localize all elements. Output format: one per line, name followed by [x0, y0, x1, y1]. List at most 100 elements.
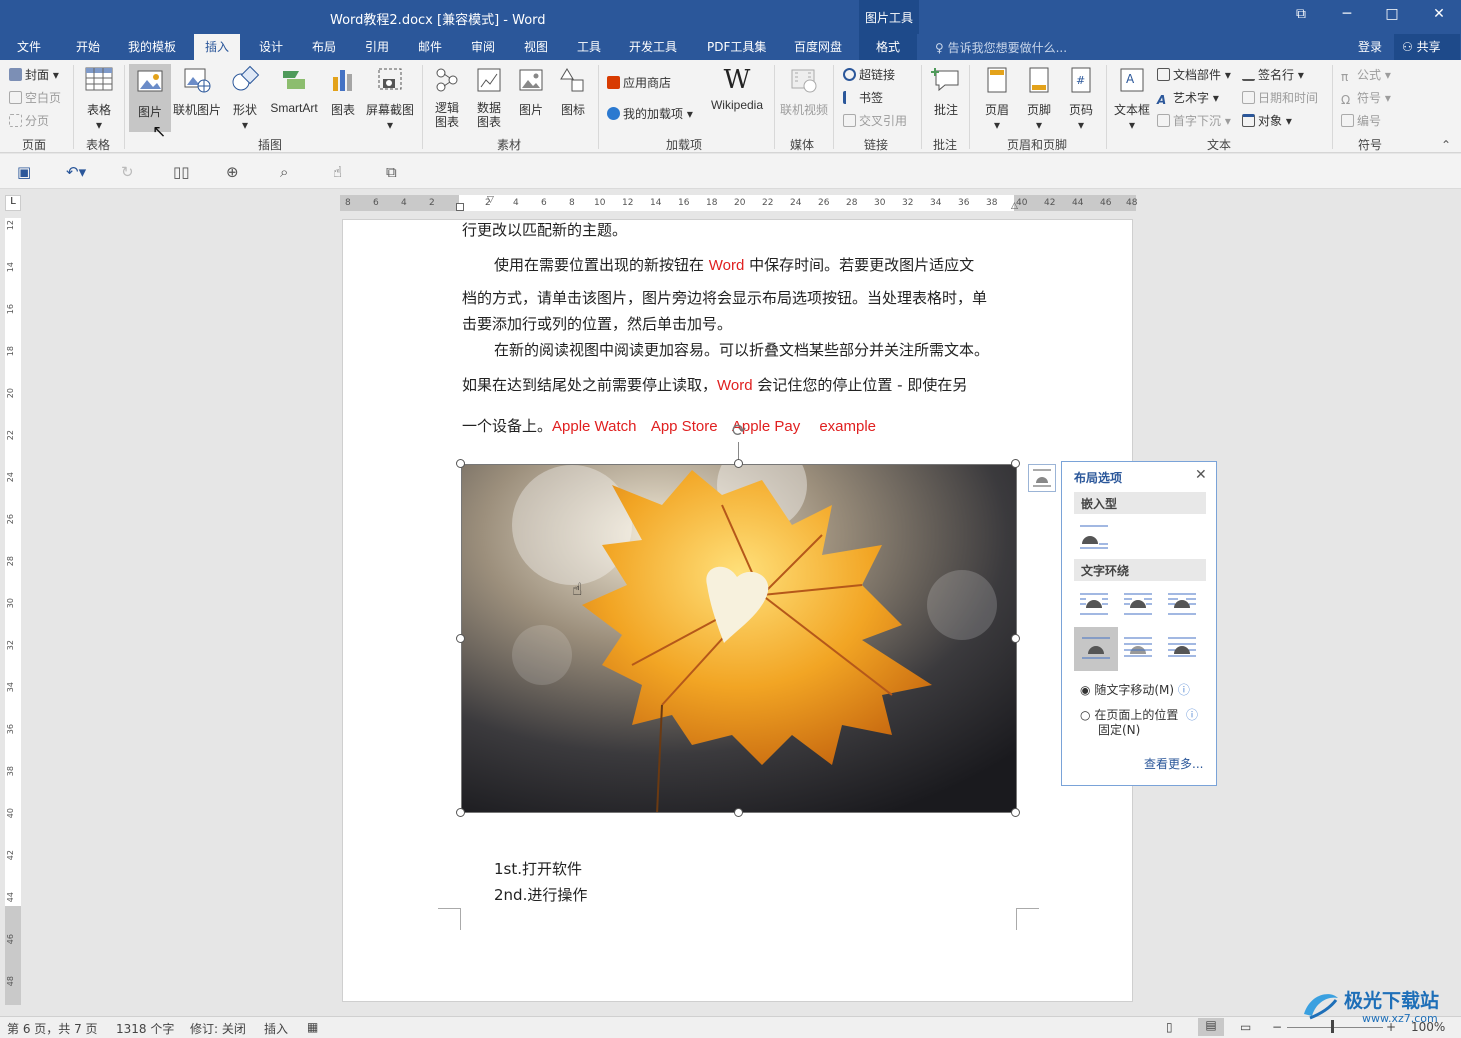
blank-page-button[interactable]: 空白页 — [9, 89, 61, 106]
read-mode-icon[interactable]: ▯▯ — [173, 163, 190, 181]
resize-handle-s[interactable] — [734, 808, 743, 817]
leaf-image[interactable] — [461, 464, 1017, 813]
resize-handle-nw[interactable] — [456, 459, 465, 468]
wrap-tight-icon[interactable] — [1122, 590, 1154, 618]
ribbon-display-options-icon[interactable]: ⧉ — [1286, 6, 1316, 22]
bookmark-button[interactable]: 书签 — [843, 89, 883, 106]
online-pictures-button[interactable]: 联机图片 — [173, 65, 221, 118]
horizontal-ruler[interactable]: ▽ △ 8 6 4 2 2 4 6 8 10 12 14 16 18 20 22… — [340, 195, 1137, 211]
resize-handle-w[interactable] — [456, 634, 465, 643]
tab-developer[interactable]: 开发工具 — [629, 38, 677, 55]
my-addins-button[interactable]: 我的加载项 ▾ — [607, 105, 693, 122]
icon-button[interactable]: 图标 — [557, 65, 589, 118]
wrap-through-icon[interactable] — [1166, 590, 1198, 618]
insert-mode-status[interactable]: 插入 — [264, 1020, 288, 1037]
footer-button[interactable]: 页脚 ▾ — [1023, 65, 1055, 132]
tab-tools[interactable]: 工具 — [577, 38, 601, 55]
comment-button[interactable]: 批注 — [929, 65, 963, 118]
tab-insert[interactable]: 插入 — [194, 34, 241, 60]
print-preview-icon[interactable]: ⌕ — [280, 163, 288, 181]
inline-with-text-icon[interactable] — [1078, 522, 1110, 550]
zoom-out-icon[interactable]: − — [1272, 1020, 1282, 1034]
screenshot-button[interactable]: 屏幕截图 ▾ — [364, 65, 416, 132]
tell-me-search[interactable]: ♀ 告诉我您想要做什么... — [935, 39, 1067, 56]
table-button[interactable]: 表格 ▾ — [81, 65, 117, 132]
textbox-button[interactable]: A 文本框 ▾ — [1112, 65, 1152, 132]
wikipedia-button[interactable]: W Wikipedia — [705, 65, 769, 112]
tab-references[interactable]: 引用 — [365, 38, 389, 55]
tab-layout[interactable]: 布局 — [312, 38, 336, 55]
share-button[interactable]: ⚇ 共享 — [1394, 34, 1460, 60]
signature-line-button[interactable]: 签名行 ▾ — [1242, 66, 1304, 83]
vertical-ruler[interactable]: 12 14 16 18 20 22 24 26 28 30 32 34 36 3… — [5, 218, 21, 1005]
tab-mailings[interactable]: 邮件 — [418, 38, 442, 55]
cover-page-button[interactable]: 封面 ▾ — [9, 66, 59, 83]
tab-selector-icon[interactable]: L — [5, 195, 21, 211]
chart-button[interactable]: 图表 — [328, 65, 358, 118]
rotate-handle-icon[interactable]: ⟳ — [729, 421, 749, 441]
close-icon[interactable]: ✕ — [1195, 467, 1207, 483]
page-number-button[interactable]: # 页码 ▾ — [1065, 65, 1097, 132]
tab-pdf-tools[interactable]: PDF工具集 — [707, 38, 766, 55]
resize-handle-e[interactable] — [1011, 634, 1020, 643]
tab-my-templates[interactable]: 我的模板 — [128, 38, 176, 55]
tab-view[interactable]: 视图 — [524, 38, 548, 55]
touch-mode-icon[interactable]: ☝ — [333, 163, 342, 181]
maximize-icon[interactable]: □ — [1377, 6, 1407, 22]
logic-chart-button[interactable]: 逻辑 图表 — [430, 65, 464, 129]
customize-icon[interactable]: ⧉ — [386, 163, 397, 181]
date-time-button[interactable]: 日期和时间 — [1242, 89, 1318, 106]
info-icon[interactable]: ⓘ — [1178, 683, 1190, 697]
move-with-text-radio[interactable]: ◉ 随文字移动(M) ⓘ — [1080, 681, 1190, 698]
resize-handle-n[interactable] — [734, 459, 743, 468]
collapse-ribbon-icon[interactable]: ⌃ — [1441, 138, 1451, 152]
quick-parts-button[interactable]: 文档部件 ▾ — [1157, 66, 1231, 83]
data-chart-button[interactable]: 数据 图表 — [472, 65, 506, 129]
numbering-button[interactable]: 编号 — [1341, 112, 1381, 129]
layout-options-button[interactable] — [1028, 464, 1056, 492]
macro-icon[interactable]: ▦ — [307, 1020, 318, 1034]
smartart-button[interactable]: SmartArt — [267, 65, 321, 115]
info-icon[interactable]: ⓘ — [1186, 708, 1198, 722]
symbol-button[interactable]: Ω 符号 ▾ — [1341, 89, 1391, 107]
left-indent-marker-icon[interactable] — [456, 203, 464, 211]
web-layout-view-icon[interactable]: ▭ — [1240, 1020, 1251, 1034]
redo-icon[interactable]: ↻ — [121, 163, 134, 181]
tab-file[interactable]: 文件 — [17, 38, 41, 55]
online-video-button[interactable]: 联机视频 — [778, 65, 830, 118]
minimize-icon[interactable]: ─ — [1332, 6, 1362, 22]
save-icon[interactable]: ▣ — [17, 163, 31, 181]
tab-review[interactable]: 审阅 — [471, 38, 495, 55]
wordart-button[interactable]: A 艺术字 ▾ — [1157, 89, 1219, 107]
wrap-square-icon[interactable] — [1078, 590, 1110, 618]
page-count[interactable]: 第 6 页，共 7 页 — [7, 1020, 98, 1037]
page-break-button[interactable]: 分页 — [9, 112, 49, 129]
read-mode-view-icon[interactable]: ▯ — [1166, 1020, 1173, 1034]
object-button[interactable]: 对象 ▾ — [1242, 112, 1292, 129]
resize-handle-sw[interactable] — [456, 808, 465, 817]
undo-icon[interactable]: ↶▾ — [66, 163, 86, 181]
track-changes-status[interactable]: 修订: 关闭 — [190, 1020, 246, 1037]
wrap-in-front-icon[interactable] — [1166, 634, 1198, 662]
resize-handle-se[interactable] — [1011, 808, 1020, 817]
hyperlink-button[interactable]: 超链接 — [843, 66, 895, 83]
equation-button[interactable]: π 公式 ▾ — [1341, 66, 1391, 84]
shapes-button[interactable]: 形状 ▾ — [228, 65, 262, 132]
see-more-link[interactable]: 查看更多... — [1144, 755, 1203, 772]
print-layout-view-icon[interactable]: ▤ — [1198, 1018, 1224, 1036]
material-picture-button[interactable]: 图片 — [515, 65, 547, 118]
web-layout-icon[interactable]: ⊕ — [226, 163, 239, 181]
header-button[interactable]: 页眉 ▾ — [981, 65, 1013, 132]
tab-picture-format[interactable]: 格式 — [859, 34, 918, 60]
wrap-top-and-bottom-icon[interactable] — [1080, 634, 1112, 662]
tab-design[interactable]: 设计 — [259, 38, 283, 55]
login-link[interactable]: 登录 — [1358, 38, 1382, 55]
tab-baidu-netdisk[interactable]: 百度网盘 — [794, 38, 842, 55]
wrap-behind-text-icon[interactable] — [1122, 634, 1154, 662]
document-page[interactable]: 行更改以匹配新的主题。 使用在需要位置出现的新按钮在 Word 中保存时间。若要… — [342, 219, 1133, 1002]
store-button[interactable]: 应用商店 — [607, 74, 671, 91]
word-count[interactable]: 1318 个字 — [116, 1020, 174, 1037]
close-icon[interactable]: ✕ — [1424, 6, 1454, 22]
cross-reference-button[interactable]: 交叉引用 — [843, 112, 907, 129]
drop-cap-button[interactable]: 首字下沉 ▾ — [1157, 112, 1231, 129]
